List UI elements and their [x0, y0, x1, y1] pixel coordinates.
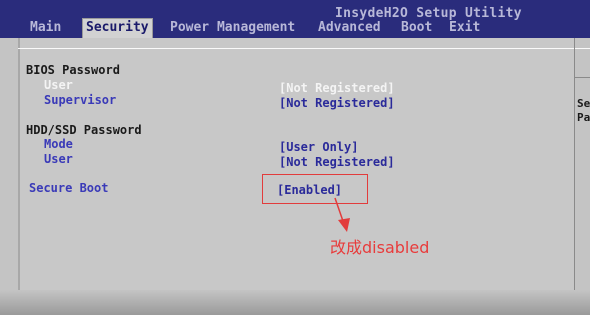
tab-security[interactable]: Security — [82, 18, 153, 38]
help-panel-divider — [574, 38, 575, 315]
help-panel-separator — [575, 77, 590, 78]
screen-bottom-shadow — [0, 290, 590, 315]
help-text-line1: Se — [577, 97, 590, 110]
bios-user-label[interactable]: User — [44, 78, 73, 92]
hdd-user-label[interactable]: User — [44, 152, 73, 166]
bios-supervisor-value[interactable]: [Not Registered] — [279, 96, 395, 110]
hdd-user-value[interactable]: [Not Registered] — [279, 155, 395, 169]
hdd-password-header: HDD/SSD Password — [26, 123, 142, 137]
help-text-line2: Pa — [577, 111, 590, 124]
menu-tab-bar: Main Security Power Management Advanced … — [0, 18, 590, 38]
tab-boot[interactable]: Boot — [401, 20, 432, 35]
bios-supervisor-label[interactable]: Supervisor — [44, 93, 116, 107]
tab-exit[interactable]: Exit — [449, 20, 480, 35]
bios-header: InsydeH2O Setup Utility Main Security Po… — [0, 0, 590, 38]
tab-advanced[interactable]: Advanced — [318, 20, 381, 35]
annotation-text: 改成disabled — [330, 238, 430, 257]
annotation-arrow-icon — [334, 197, 350, 232]
hdd-mode-value[interactable]: [User Only] — [279, 140, 358, 154]
tab-main[interactable]: Main — [30, 20, 61, 35]
tab-power-management[interactable]: Power Management — [170, 20, 295, 35]
bios-password-header: BIOS Password — [26, 63, 120, 77]
frame-border — [18, 48, 590, 49]
hdd-mode-label[interactable]: Mode — [44, 137, 73, 151]
secure-boot-label[interactable]: Secure Boot — [29, 181, 108, 195]
bios-user-value[interactable]: [Not Registered] — [279, 81, 395, 95]
